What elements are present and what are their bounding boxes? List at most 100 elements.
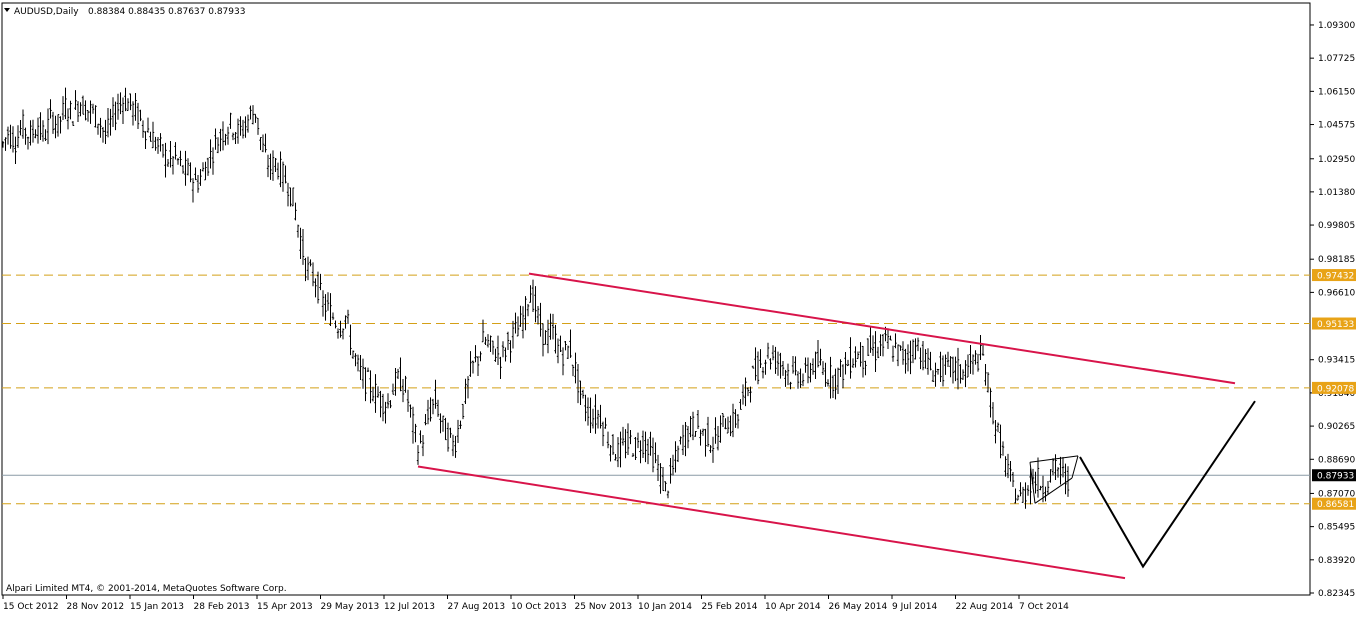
ohlc-bar xyxy=(211,147,215,175)
collapse-triangle-icon[interactable] xyxy=(4,8,10,12)
y-tick-label: 0.96610 xyxy=(1318,288,1355,298)
ohlc-bar xyxy=(521,306,525,339)
ohlc-bar xyxy=(701,428,705,436)
ohlc-bar xyxy=(161,143,165,158)
ohlc-bar xyxy=(91,103,95,114)
ohlc-bar xyxy=(281,161,285,192)
ohlc-bar xyxy=(821,361,825,376)
wedge-right-edge[interactable] xyxy=(1071,455,1079,479)
ohlc-bar xyxy=(559,335,562,352)
ohlc-bar xyxy=(371,386,375,402)
ohlc-bar xyxy=(484,336,487,346)
ohlc-bar xyxy=(549,313,552,340)
ohlc-bar xyxy=(406,389,410,412)
ohlc-bar xyxy=(634,437,637,460)
ohlc-bar xyxy=(969,344,972,374)
ohlc-bar xyxy=(31,119,35,143)
ohlc-bar xyxy=(266,154,270,178)
ohlc-bar xyxy=(404,375,407,393)
ohlc-bar xyxy=(1064,463,1067,495)
ohlc-bar xyxy=(706,416,710,447)
ohlc-bar xyxy=(736,414,740,429)
ohlc-bar xyxy=(494,348,497,362)
ohlc-bar xyxy=(561,347,565,376)
ohlc-bar xyxy=(511,320,515,349)
ohlc-bar xyxy=(249,105,252,120)
y-tick-label: 0.82345 xyxy=(1318,589,1355,599)
ohlc-bar xyxy=(9,124,12,149)
ohlc-bar xyxy=(1049,469,1052,483)
ohlc-bar xyxy=(286,182,290,207)
ohlc-bar xyxy=(51,111,55,134)
ohlc-bar xyxy=(356,354,360,372)
ohlc-readout: 0.88384 0.88435 0.87637 0.87933 xyxy=(88,7,245,17)
ohlc-bar xyxy=(784,369,787,387)
ohlc-bar xyxy=(106,108,110,138)
ohlc-bar xyxy=(594,394,597,434)
ohlc-bar xyxy=(489,335,492,353)
ohlc-bar xyxy=(451,434,455,457)
price-chart[interactable]: 1.09300 1.07725 1.06150 1.04575 1.02950 1.013… xyxy=(0,0,1356,614)
ohlc-bar xyxy=(419,430,422,444)
ohlc-bar xyxy=(349,324,352,356)
projection-path[interactable] xyxy=(1079,400,1256,569)
ohlc-bar xyxy=(704,428,707,457)
wedge-upper-line[interactable] xyxy=(1029,455,1079,463)
ohlc-bar xyxy=(1044,486,1047,502)
ohlc-bar xyxy=(956,347,960,390)
ohlc-bar xyxy=(4,137,7,151)
ohlc-bar xyxy=(271,150,275,181)
ohlc-bar xyxy=(156,137,160,154)
ohlc-bar xyxy=(239,116,242,136)
ohlc-bar xyxy=(139,109,142,122)
ohlc-bar xyxy=(1024,482,1027,509)
ohlc-bar xyxy=(181,165,185,174)
ohlc-bar xyxy=(951,356,955,384)
ohlc-bar xyxy=(301,228,305,265)
ohlc-bar xyxy=(194,167,197,181)
ohlc-bar xyxy=(879,334,882,356)
ohlc-bar xyxy=(911,339,915,364)
channel-lower-line[interactable] xyxy=(417,465,1126,580)
ohlc-bar xyxy=(506,331,510,350)
ohlc-bar xyxy=(121,97,125,124)
ohlc-bar xyxy=(79,102,82,117)
ohlc-bar xyxy=(654,442,657,464)
ohlc-bar xyxy=(274,158,277,173)
ohlc-bar xyxy=(936,368,940,375)
ohlc-bar xyxy=(739,399,742,410)
ohlc-bar xyxy=(246,114,250,133)
ohlc-bar xyxy=(444,417,447,441)
ohlc-bar xyxy=(351,350,355,359)
channel-upper-line[interactable] xyxy=(528,272,1236,385)
ohlc-bar xyxy=(346,309,350,325)
ohlc-bar xyxy=(204,161,207,181)
ohlc-bar xyxy=(76,101,80,123)
ohlc-bar xyxy=(974,350,977,365)
wedge-lower-line[interactable] xyxy=(1034,477,1073,504)
ohlc-bar xyxy=(69,100,72,120)
ohlc-bar xyxy=(304,257,307,282)
ohlc-bar xyxy=(761,366,765,379)
ohlc-bar xyxy=(764,359,767,375)
ohlc-bar xyxy=(746,387,750,397)
ohlc-bar xyxy=(749,386,752,403)
ohlc-bar xyxy=(741,384,745,405)
ohlc-bar xyxy=(151,121,155,149)
ohlc-bar xyxy=(34,129,37,139)
ohlc-bar xyxy=(801,373,805,387)
ohlc-bar xyxy=(731,403,735,438)
ohlc-bar xyxy=(374,374,377,413)
ohlc-bar xyxy=(176,157,180,165)
ohlc-bar xyxy=(64,87,67,120)
ohlc-bar xyxy=(696,409,700,429)
ohlc-bar xyxy=(94,105,97,128)
ohlc-bar xyxy=(551,313,555,340)
ohlc-bar xyxy=(914,338,917,360)
ohlc-bar xyxy=(961,369,965,380)
ohlc-bar xyxy=(831,375,835,398)
ohlc-bar xyxy=(1021,486,1025,503)
ohlc-bar xyxy=(61,96,65,120)
ohlc-bar xyxy=(664,481,667,492)
ohlc-bar xyxy=(189,162,192,183)
